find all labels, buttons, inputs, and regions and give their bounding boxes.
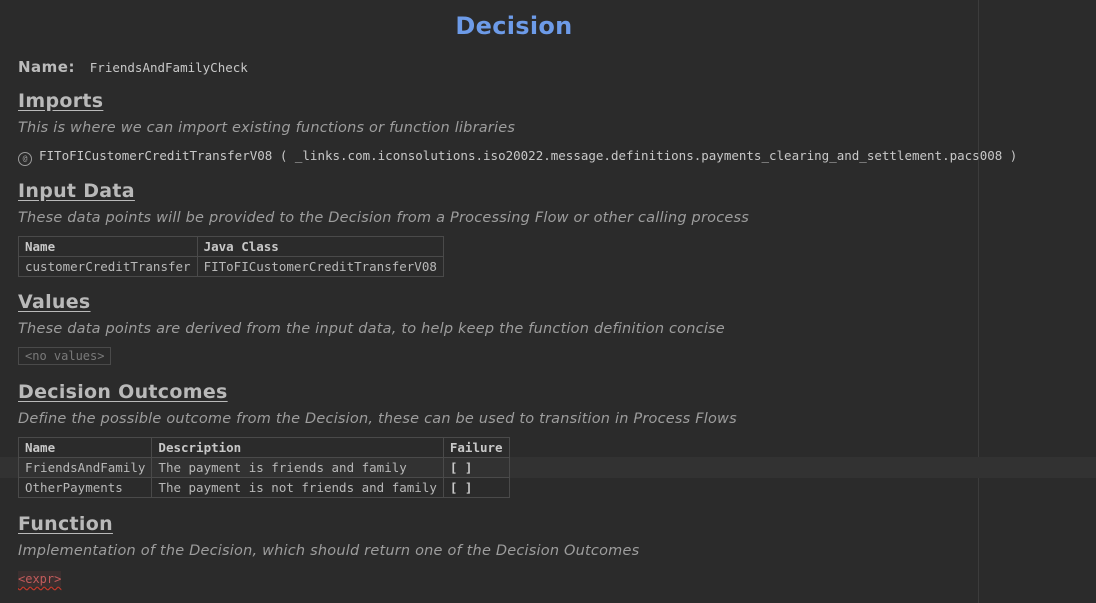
function-header: Function [18,513,113,535]
input-name-cell[interactable]: customerCreditTransfer [18,256,198,277]
decision-editor: Decision Name: FriendsAndFamilyCheck Imp… [0,0,1096,603]
failure-checkbox[interactable]: [ ] [442,477,510,498]
expr-placeholder[interactable]: <expr> [18,571,62,587]
table-row: customerCreditTransfer FIToFICustomerCre… [18,256,444,277]
input-java-class-cell[interactable]: FIToFICustomerCreditTransferV08 [196,256,444,277]
failure-checkbox[interactable]: [ ] [442,457,510,478]
decision-title: Decision [455,12,573,40]
column-header-name: Name [18,236,198,257]
table-header-row: Name Java Class [18,236,444,257]
outcome-description-cell[interactable]: The payment is friends and family [151,457,444,478]
outcomes-header: Decision Outcomes [18,381,228,403]
input-data-header: Input Data [18,180,135,202]
table-header-row: Name Description Failure [17,437,510,458]
column-header-failure: Failure [442,437,510,458]
import-at-icon: @ [18,152,32,166]
function-description: Implementation of the Decision, which sh… [18,543,640,559]
outcome-name-cell[interactable]: OtherPayments [17,477,153,498]
outcomes-table: Name Description Failure FriendsAndFamil… [17,437,510,498]
column-header-description: Description [151,437,444,458]
column-header-name: Name [17,437,153,458]
input-data-description: These data points will be provided to th… [18,210,749,226]
name-label: Name: [18,58,75,76]
name-row: Name: FriendsAndFamilyCheck [18,58,248,76]
import-entry-text: FIToFICustomerCreditTransferV08 ( _links… [39,148,1018,163]
import-entry[interactable]: @ FIToFICustomerCreditTransferV08 ( _link… [18,148,1017,166]
table-row: OtherPayments The payment is not friends… [17,477,510,498]
right-margin-guide [978,0,979,603]
name-value[interactable]: FriendsAndFamilyCheck [90,60,248,75]
imports-description: This is where we can import existing fun… [18,120,516,136]
outcome-name-cell[interactable]: FriendsAndFamily [17,457,153,478]
outcomes-description: Define the possible outcome from the Dec… [18,411,737,427]
no-values-placeholder[interactable]: <no values> [18,347,112,365]
column-header-java-class: Java Class [196,236,444,257]
values-description: These data points are derived from the i… [18,321,725,337]
table-row: FriendsAndFamily The payment is friends … [17,457,510,478]
imports-header: Imports [18,90,104,112]
outcome-description-cell[interactable]: The payment is not friends and family [151,477,444,498]
input-data-table: Name Java Class customerCreditTransfer F… [18,236,444,277]
values-header: Values [18,291,91,313]
